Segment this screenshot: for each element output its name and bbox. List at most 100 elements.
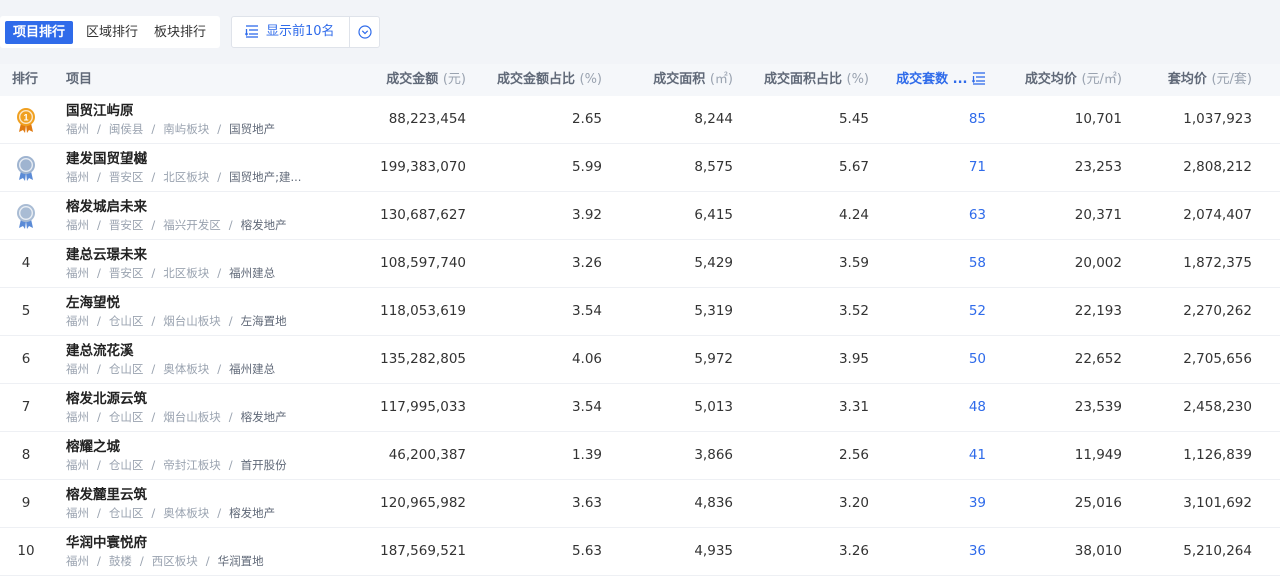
units-link[interactable]: 52 <box>880 288 986 335</box>
project-city: 福州 <box>66 506 89 520</box>
project-developer: 榕发地产 <box>240 410 287 424</box>
amount-pct-cell: 4.06 <box>571 351 602 367</box>
area-pct-cell: 3.20 <box>838 495 869 511</box>
project-name[interactable]: 建总流花溪 <box>66 342 326 360</box>
project-city: 福州 <box>66 554 89 568</box>
path-separator: / <box>151 266 156 280</box>
project-name[interactable]: 左海望悦 <box>66 294 326 312</box>
area-pct-cell: 5.67 <box>838 159 869 175</box>
amount-pct-cell: 3.26 <box>571 255 602 271</box>
project-name[interactable]: 国贸江屿原 <box>66 102 326 120</box>
avg-price-cell: 22,652 <box>1074 351 1122 367</box>
ranking-type-segmented: 项目排行 区域排行 板块排行 <box>0 16 220 48</box>
project-cell: 建总流花溪 福州 / 仓山区 / 奥体板块 / 福州建总 <box>66 342 326 377</box>
project-name[interactable]: 建总云璟未来 <box>66 246 326 264</box>
header-units[interactable]: 成交套数 ... <box>880 64 986 96</box>
units-link[interactable]: 58 <box>880 240 986 287</box>
avg-unit-price-cell: 2,270,262 <box>1183 303 1252 319</box>
project-city: 福州 <box>66 266 89 280</box>
header-avg-unit-price[interactable]: 套均价 (元/套) <box>1130 64 1252 96</box>
header-amount-pct[interactable]: 成交金额占比 (%) <box>470 64 602 96</box>
avg-unit-price-cell: 2,705,656 <box>1183 351 1252 367</box>
rank-cell <box>0 192 52 239</box>
top-n-control: 显示前10名 <box>231 16 380 48</box>
rank-cell: 5 <box>21 303 31 319</box>
table-row: 8 榕耀之城 福州 / 仓山区 / 帝封江板块 / 首开股份 46,200,387 1.39… <box>0 432 1280 480</box>
amount-cell: 135,282,805 <box>380 351 466 367</box>
header-project: 项目 <box>66 72 93 87</box>
path-separator: / <box>97 122 101 136</box>
units-link[interactable]: 63 <box>880 192 986 239</box>
project-developer: 国贸地产;建... <box>229 170 302 184</box>
amount-pct-cell: 2.65 <box>571 111 602 127</box>
units-link[interactable]: 85 <box>880 96 986 143</box>
project-name[interactable]: 建发国贸望樾 <box>66 150 326 168</box>
area-pct-cell: 4.24 <box>838 207 869 223</box>
project-developer: 华润置地 <box>217 554 264 568</box>
path-separator: / <box>228 218 233 232</box>
rank-cell: 8 <box>21 447 31 463</box>
units-link[interactable]: 50 <box>880 336 986 383</box>
units-link[interactable]: 39 <box>880 480 986 527</box>
project-cell: 建总云璟未来 福州 / 晋安区 / 北区板块 / 福州建总 <box>66 246 326 281</box>
table-row: 4 建总云璟未来 福州 / 晋安区 / 北区板块 / 福州建总 108,597,740 3.… <box>0 240 1280 288</box>
rank-cell: 6 <box>21 351 31 367</box>
path-separator: / <box>151 506 156 520</box>
project-name[interactable]: 榕发城启未来 <box>66 198 326 216</box>
path-separator: / <box>97 266 101 280</box>
project-name[interactable]: 榕发北源云筑 <box>66 390 326 408</box>
project-location: 福州 / 仓山区 / 奥体板块 / 福州建总 <box>66 361 306 377</box>
project-developer: 左海置地 <box>240 314 287 328</box>
avg-price-cell: 23,253 <box>1074 159 1122 175</box>
units-link[interactable]: 48 <box>880 384 986 431</box>
avg-price-cell: 38,010 <box>1074 543 1122 559</box>
avg-price-cell: 20,371 <box>1074 207 1122 223</box>
project-location: 福州 / 仓山区 / 烟台山板块 / 左海置地 <box>66 313 306 329</box>
top-n-button[interactable]: 显示前10名 <box>232 17 349 47</box>
project-developer: 国贸地产 <box>229 122 276 136</box>
area-pct-cell: 5.45 <box>838 111 869 127</box>
project-district: 晋安区 <box>108 170 144 184</box>
project-name[interactable]: 华润中寰悦府 <box>66 534 326 552</box>
path-separator: / <box>228 314 233 328</box>
project-name[interactable]: 榕发麓里云筑 <box>66 486 326 504</box>
units-link[interactable]: 71 <box>880 144 986 191</box>
header-area-pct[interactable]: 成交面积占比 (%) <box>740 64 869 96</box>
project-district: 鼓楼 <box>108 554 132 568</box>
rank-cell: 9 <box>21 495 31 511</box>
amount-cell: 187,569,521 <box>380 543 466 559</box>
table-row: 10 华润中寰悦府 福州 / 鼓楼 / 西区板块 / 华润置地 187,569,521 5.… <box>0 528 1280 576</box>
path-separator: / <box>97 314 101 328</box>
header-avg-price[interactable]: 成交均价 (元/㎡) <box>990 64 1122 96</box>
rank-cell: 1 <box>0 96 52 143</box>
amount-pct-cell: 3.92 <box>571 207 602 223</box>
path-separator: / <box>217 266 222 280</box>
project-developer: 首开股份 <box>240 458 287 472</box>
path-separator: / <box>228 458 233 472</box>
project-name[interactable]: 榕耀之城 <box>66 438 326 456</box>
project-developer: 榕发地产 <box>229 506 276 520</box>
table-row: 榕发城启未来 福州 / 晋安区 / 福兴开发区 / 榕发地产 130,687,627 3.9… <box>0 192 1280 240</box>
header-area[interactable]: 成交面积 (㎡) <box>620 64 733 96</box>
table-row: 1 国贸江屿原 福州 / 闽侯县 / 南屿板块 / 国贸地产 88,223,454 2.65… <box>0 96 1280 144</box>
header-amount[interactable]: 成交金额 (元) <box>340 64 466 96</box>
avg-price-cell: 22,193 <box>1074 303 1122 319</box>
path-separator: / <box>151 362 156 376</box>
tab-project-ranking[interactable]: 项目排行 <box>5 21 74 44</box>
project-developer: 榕发地产 <box>240 218 287 232</box>
top-n-dropdown-button[interactable] <box>350 17 380 47</box>
project-cell: 国贸江屿原 福州 / 闽侯县 / 南屿板块 / 国贸地产 <box>66 102 326 137</box>
path-separator: / <box>97 554 101 568</box>
units-link[interactable]: 41 <box>880 432 986 479</box>
project-block: 北区板块 <box>163 170 210 184</box>
project-city: 福州 <box>66 122 89 136</box>
avg-unit-price-cell: 1,126,839 <box>1183 447 1252 463</box>
amount-pct-cell: 3.54 <box>571 399 602 415</box>
tab-region-ranking[interactable]: 区域排行 <box>78 21 146 44</box>
project-location: 福州 / 仓山区 / 奥体板块 / 榕发地产 <box>66 505 306 521</box>
area-cell: 8,244 <box>694 111 733 127</box>
path-separator: / <box>228 410 233 424</box>
amount-cell: 88,223,454 <box>388 111 466 127</box>
tab-block-ranking[interactable]: 板块排行 <box>146 21 214 44</box>
units-link[interactable]: 36 <box>880 528 986 575</box>
